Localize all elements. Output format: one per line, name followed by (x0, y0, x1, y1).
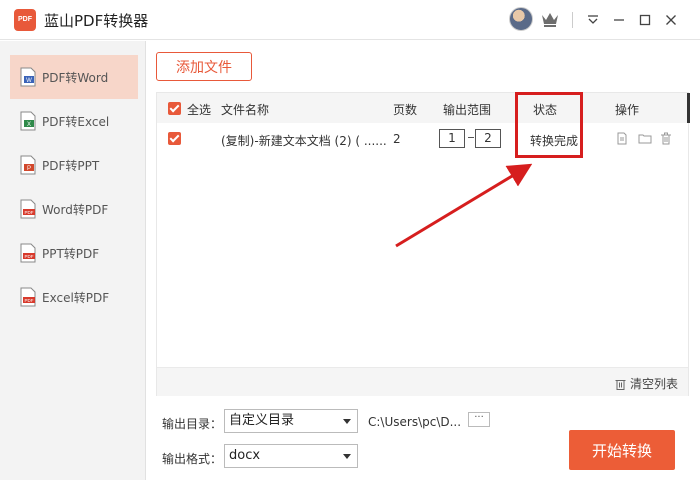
chevron-down-icon (343, 454, 351, 459)
chevron-down-icon (343, 419, 351, 424)
svg-text:PDF: PDF (25, 254, 34, 259)
file-preview-icon[interactable] (616, 132, 628, 145)
trash-icon (615, 379, 626, 390)
range-separator (468, 137, 474, 138)
row-checkbox[interactable] (168, 132, 181, 145)
menu-dropdown-icon (588, 15, 598, 24)
word-doc-icon: W (20, 67, 36, 87)
header-select-all: 全选 (187, 103, 212, 117)
header-actions: 操作 (615, 103, 640, 117)
row-pages: 2 (393, 132, 401, 146)
svg-text:P: P (27, 166, 31, 172)
output-format-label: 输出格式： (162, 452, 223, 466)
output-format-value: docx (229, 448, 261, 463)
maximize-icon (639, 14, 651, 26)
sidebar-item-label: Excel转PDF (42, 290, 110, 305)
minimize-button[interactable] (608, 9, 630, 31)
sidebar-item-label: Word转PDF (42, 202, 109, 217)
annotation-highlight-box (515, 92, 583, 158)
trash-icon[interactable] (660, 132, 672, 145)
table-footer: 清空列表 (157, 367, 688, 396)
sidebar-item-label: PPT转PDF (42, 246, 100, 261)
sidebar-item-pdf-to-excel[interactable]: X PDF转Excel (10, 99, 138, 143)
sidebar: W PDF转Word X PDF转Excel P PDF转PPT PDF Wor… (0, 41, 146, 480)
titlebar-separator (572, 12, 573, 28)
browse-path-button[interactable]: ··· (468, 412, 490, 427)
output-dir-value: 自定义目录 (229, 413, 295, 428)
app-logo: PDF (14, 9, 36, 31)
sidebar-item-label: PDF转Word (42, 70, 109, 85)
sidebar-item-pdf-to-word[interactable]: W PDF转Word (10, 55, 138, 99)
pdf-doc-icon: PDF (20, 287, 36, 307)
maximize-button[interactable] (634, 9, 656, 31)
ppt-doc-icon: P (20, 155, 36, 175)
annotation-arrow-icon (395, 163, 533, 248)
start-convert-button[interactable]: 开始转换 (569, 430, 675, 470)
sidebar-item-ppt-to-pdf[interactable]: PDF PPT转PDF (10, 231, 138, 275)
table-header: 全选 文件名称 页数 输出范围 状态 操作 (157, 93, 690, 123)
sidebar-item-label: PDF转PPT (42, 158, 100, 173)
svg-text:X: X (27, 122, 31, 128)
svg-text:PDF: PDF (25, 298, 34, 303)
svg-text:W: W (26, 78, 32, 84)
clear-list-button[interactable]: 清空列表 (615, 375, 678, 392)
close-icon (666, 15, 676, 25)
menu-button[interactable] (582, 9, 604, 31)
select-all-checkbox[interactable] (168, 102, 181, 115)
svg-text:PDF: PDF (25, 210, 34, 215)
sidebar-item-pdf-to-ppt[interactable]: P PDF转PPT (10, 143, 138, 187)
folder-icon[interactable] (638, 132, 652, 145)
output-format-select[interactable]: docx (224, 444, 358, 468)
pdf-doc-icon: PDF (20, 243, 36, 263)
add-file-button[interactable]: 添加文件 (156, 52, 252, 81)
sidebar-item-label: PDF转Excel (42, 114, 110, 129)
sidebar-item-excel-to-pdf[interactable]: PDF Excel转PDF (10, 275, 138, 319)
crown-icon[interactable] (540, 10, 560, 28)
clear-list-label: 清空列表 (629, 377, 678, 391)
close-button[interactable] (660, 9, 682, 31)
minimize-icon (614, 19, 624, 21)
title-bar: PDF 蓝山PDF转换器 (0, 0, 700, 40)
output-dir-select[interactable]: 自定义目录 (224, 409, 358, 433)
output-path: C:\Users\pc\D... (368, 415, 462, 429)
excel-doc-icon: X (20, 111, 36, 131)
app-title: 蓝山PDF转换器 (44, 12, 149, 30)
header-filename: 文件名称 (221, 103, 270, 117)
header-range: 输出范围 (443, 103, 492, 117)
header-pages: 页数 (393, 103, 418, 117)
table-row[interactable]: (复制)-新建文本文档 (2) ( ...... 2 1 2 转换完成 (157, 123, 688, 155)
range-end-input[interactable]: 2 (475, 129, 501, 148)
user-avatar[interactable] (509, 7, 533, 31)
range-start-input[interactable]: 1 (439, 129, 465, 148)
row-filename: (复制)-新建文本文档 (2) ( ...... (221, 134, 387, 148)
scrollbar[interactable] (687, 93, 690, 123)
pdf-doc-icon: PDF (20, 199, 36, 219)
sidebar-item-word-to-pdf[interactable]: PDF Word转PDF (10, 187, 138, 231)
output-dir-label: 输出目录： (162, 417, 223, 431)
